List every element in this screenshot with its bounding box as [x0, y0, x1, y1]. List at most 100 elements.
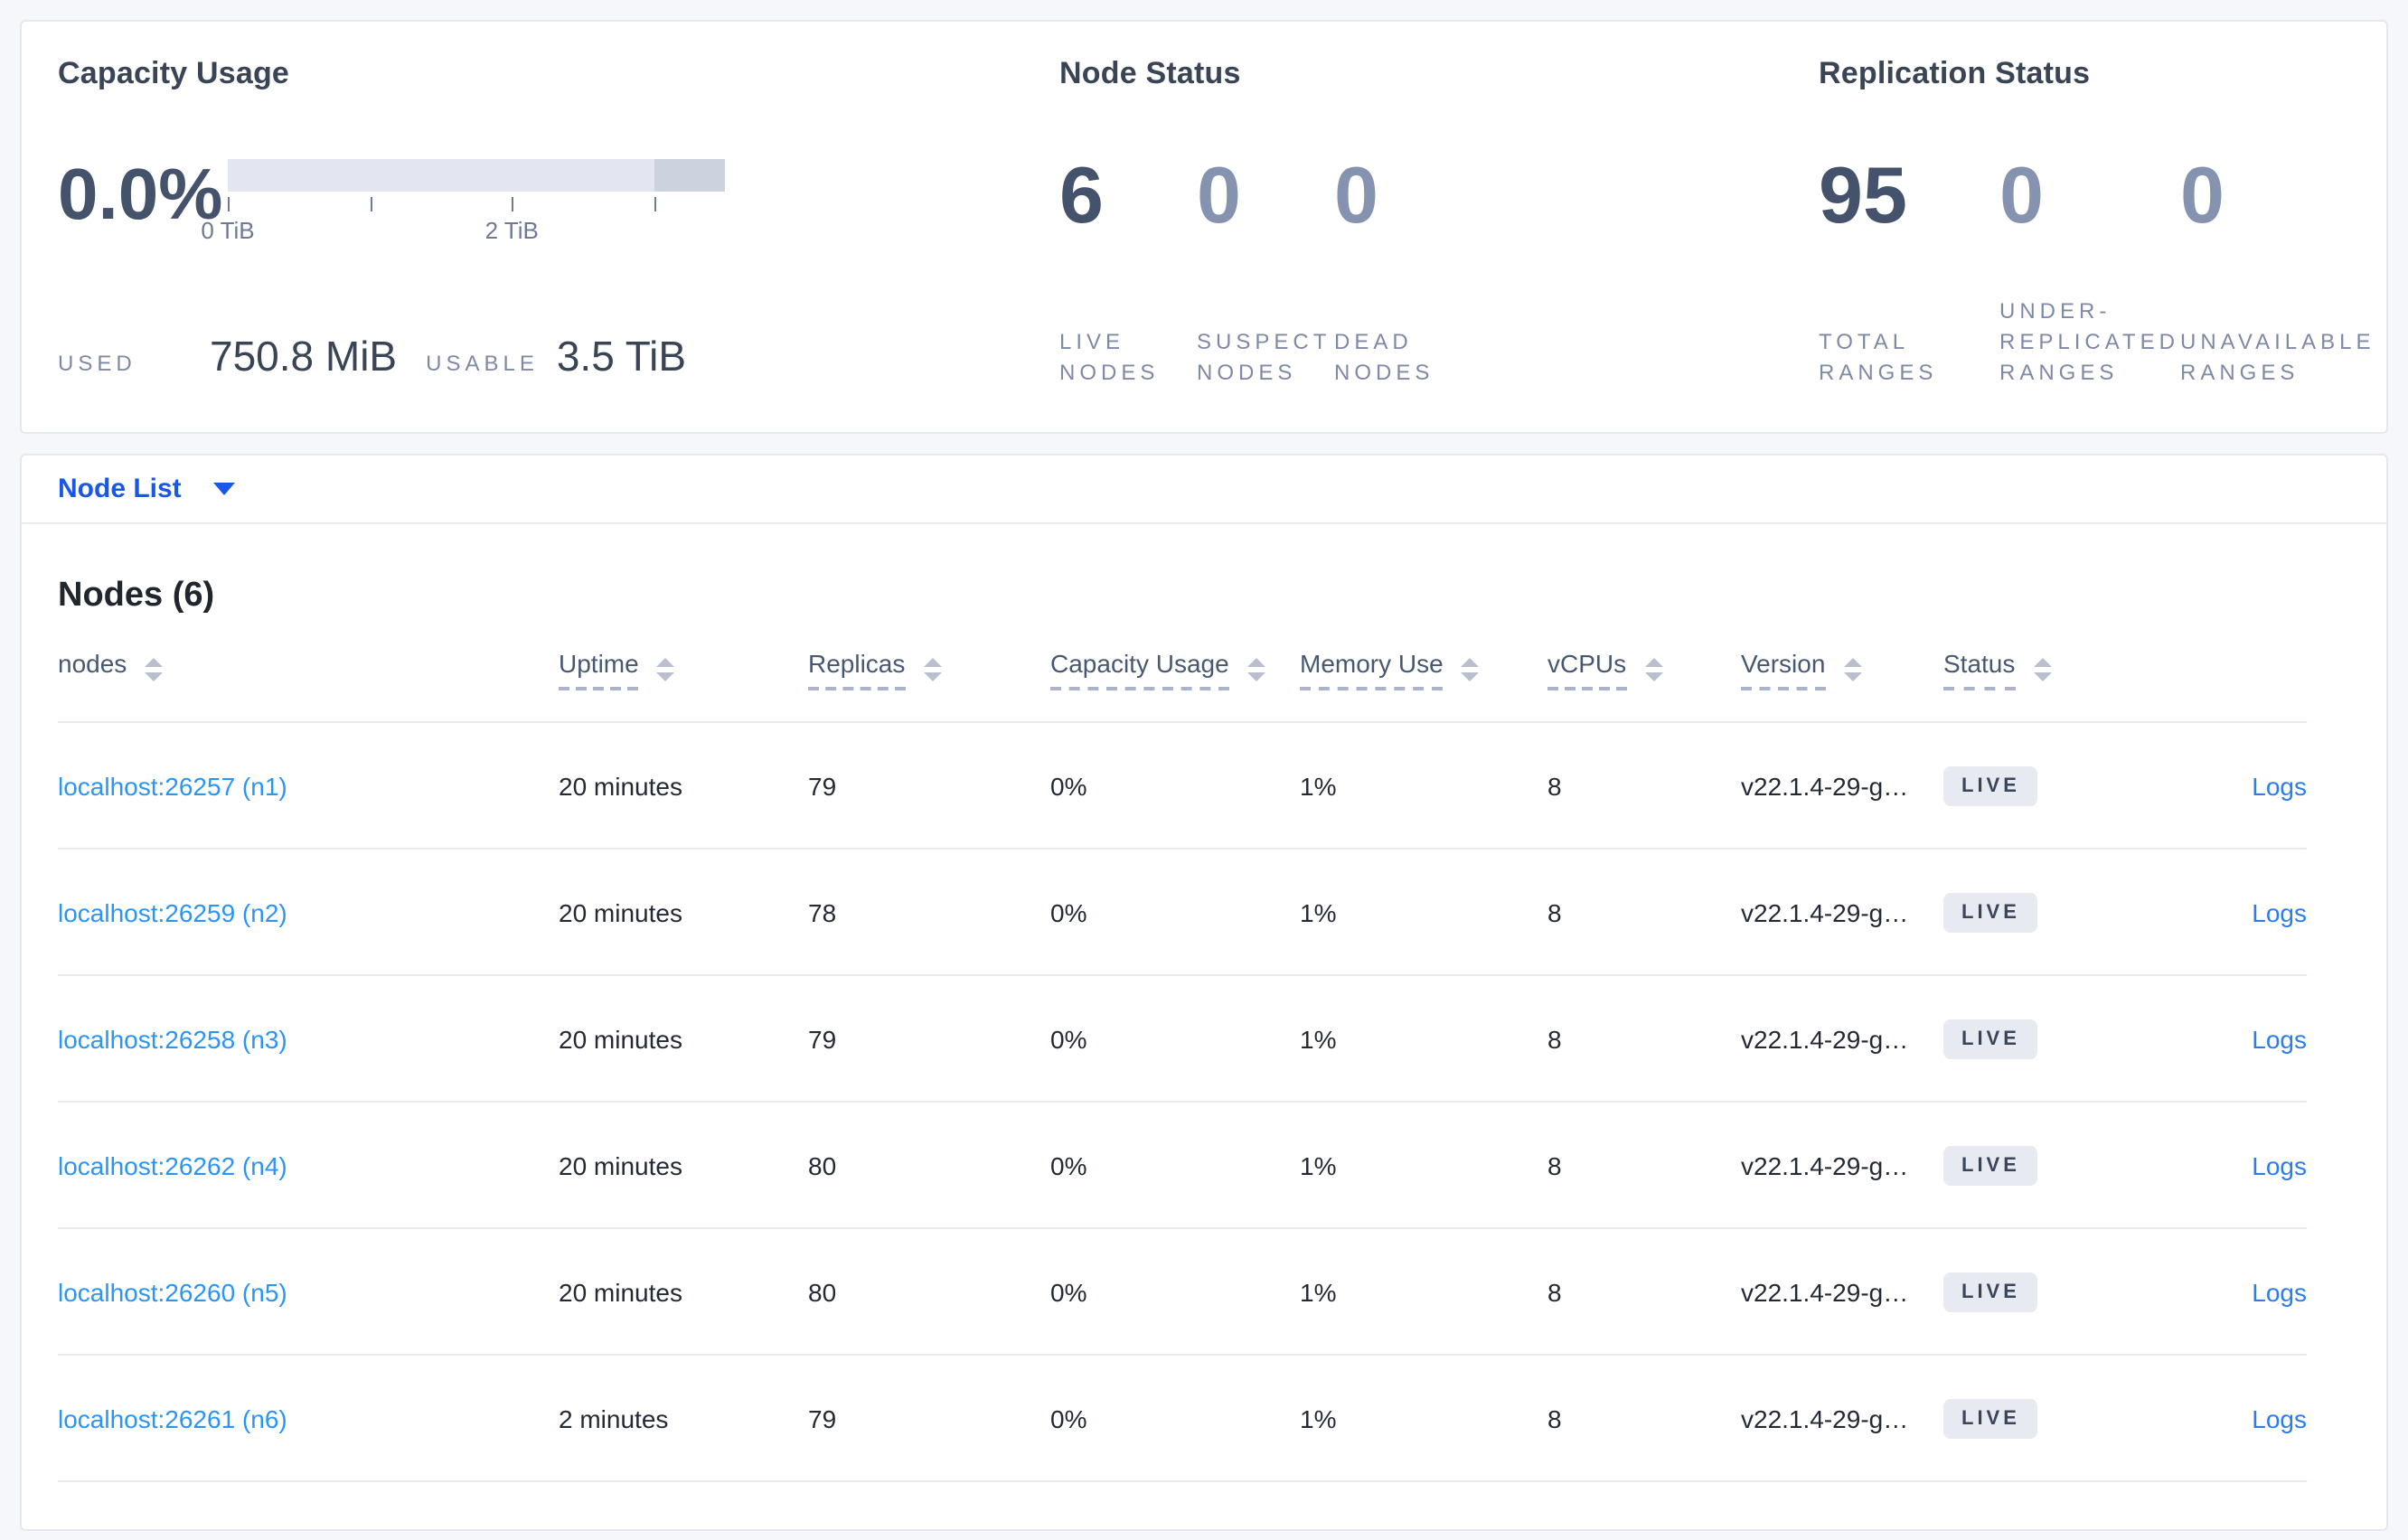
node-link[interactable]: localhost:26260 (n5): [58, 1277, 287, 1306]
axis-tick: [512, 197, 514, 211]
column-header-status[interactable]: Status: [1943, 649, 2178, 690]
capacity-cell: 0%: [1050, 1150, 1087, 1179]
sort-icon: [2033, 658, 2052, 681]
node-link[interactable]: localhost:26258 (n3): [58, 1024, 287, 1053]
unavailable-ranges-count: 0: [2180, 152, 2225, 240]
status-badge: LIVE: [1943, 765, 2038, 805]
logs-link[interactable]: Logs: [2252, 1150, 2307, 1179]
column-header-memory-use[interactable]: Memory Use: [1300, 649, 1547, 690]
status-badge: LIVE: [1943, 892, 2038, 932]
logs-link[interactable]: Logs: [2252, 1024, 2307, 1053]
vcpus-cell: 8: [1547, 1277, 1562, 1306]
total-ranges-count: 95: [1819, 152, 1907, 240]
version-cell: v22.1.4-29-g…: [1741, 897, 1909, 926]
node-link[interactable]: localhost:26261 (n6): [58, 1404, 287, 1432]
version-cell: v22.1.4-29-g…: [1741, 1150, 1909, 1179]
status-badge: LIVE: [1943, 1272, 2038, 1311]
capacity-bar-track: [228, 159, 725, 192]
logs-link[interactable]: Logs: [2252, 897, 2307, 926]
memory-cell: 1%: [1300, 1404, 1337, 1432]
axis-tick: [370, 197, 372, 211]
capacity-cell: 0%: [1050, 771, 1087, 800]
replication-status-title: Replication Status: [1819, 56, 2091, 90]
axis-tick-label-0: 0 TiB: [201, 217, 255, 244]
node-list-dropdown-label: Node List: [58, 474, 182, 504]
column-header-replicas[interactable]: Replicas: [808, 649, 1050, 690]
capacity-bar-axis: 0 TiB 2 TiB: [201, 192, 725, 246]
suspect-nodes-label: SUSPECT NODES: [1197, 329, 1331, 385]
nodes-table-container: Nodes (6) nodes Uptime Replicas Capacity…: [22, 575, 2386, 1482]
usable-label: USABLE: [426, 351, 539, 376]
replicas-cell: 79: [808, 771, 837, 800]
capacity-bar-tail-segment: [654, 159, 725, 192]
memory-cell: 1%: [1300, 1024, 1337, 1053]
status-badge: LIVE: [1943, 1145, 2038, 1185]
uptime-cell: 20 minutes: [559, 1277, 682, 1306]
uptime-cell: 20 minutes: [559, 897, 682, 926]
node-link[interactable]: localhost:26262 (n4): [58, 1150, 287, 1179]
table-header-row: nodes Uptime Replicas Capacity Usage Mem…: [58, 618, 2307, 723]
capacity-cell: 0%: [1050, 1404, 1087, 1432]
uptime-cell: 2 minutes: [559, 1404, 669, 1432]
memory-cell: 1%: [1300, 1277, 1337, 1306]
capacity-percent-value: 0.0%: [58, 155, 223, 235]
cluster-overview-page: Capacity Usage 0.0% 0 TiB 2 TiB USED 750…: [0, 0, 2408, 1540]
column-header-vcpus[interactable]: vCPUs: [1547, 649, 1741, 690]
capacity-bar-chart: 0 TiB 2 TiB: [201, 159, 725, 248]
sort-icon: [656, 658, 675, 681]
table-row: localhost:26257 (n1) 20 minutes 79 0% 1%…: [58, 723, 2307, 850]
usable-value: 3.5 TiB: [556, 333, 687, 380]
column-header-version[interactable]: Version: [1741, 649, 1943, 690]
view-selector-bar: Node List: [22, 455, 2386, 524]
suspect-nodes-count: 0: [1197, 152, 1241, 240]
logs-link[interactable]: Logs: [2252, 771, 2307, 800]
used-label: USED: [58, 351, 136, 376]
live-nodes-label: LIVE NODES: [1059, 329, 1160, 385]
under-replicated-ranges-label: UNDER- REPLICATED RANGES: [1999, 298, 2179, 385]
table-row: localhost:26260 (n5) 20 minutes 80 0% 1%…: [58, 1229, 2307, 1356]
table-row: localhost:26261 (n6) 2 minutes 79 0% 1% …: [58, 1356, 2307, 1482]
uptime-cell: 20 minutes: [559, 1150, 682, 1179]
capacity-cell: 0%: [1050, 1277, 1087, 1306]
under-replicated-ranges-count: 0: [1999, 152, 2044, 240]
vcpus-cell: 8: [1547, 1150, 1562, 1179]
live-nodes-count: 6: [1059, 152, 1104, 240]
version-cell: v22.1.4-29-g…: [1741, 1404, 1909, 1432]
sort-icon: [1461, 658, 1480, 681]
uptime-cell: 20 minutes: [559, 771, 682, 800]
column-header-capacity-usage[interactable]: Capacity Usage: [1050, 649, 1300, 690]
replicas-cell: 78: [808, 897, 837, 926]
version-cell: v22.1.4-29-g…: [1741, 1277, 1909, 1306]
nodes-heading: Nodes (6): [58, 577, 215, 615]
replicas-cell: 79: [808, 1404, 837, 1432]
logs-link[interactable]: Logs: [2252, 1277, 2307, 1306]
node-list-card: Node List Nodes (6) nodes Uptime Replica…: [20, 454, 2388, 1531]
column-header-uptime[interactable]: Uptime: [559, 649, 808, 690]
vcpus-cell: 8: [1547, 897, 1562, 926]
unavailable-ranges-label: UNAVAILABLE RANGES: [2180, 329, 2375, 385]
replicas-cell: 80: [808, 1277, 837, 1306]
memory-cell: 1%: [1300, 1150, 1337, 1179]
replicas-cell: 79: [808, 1024, 837, 1053]
version-cell: v22.1.4-29-g…: [1741, 771, 1909, 800]
replication-status-section: Replication Status 95 0 0 TOTAL RANGES U…: [1819, 52, 2386, 432]
capacity-usage-section: Capacity Usage 0.0% 0 TiB 2 TiB USED 750…: [58, 52, 1059, 432]
memory-cell: 1%: [1300, 897, 1337, 926]
sort-icon: [1644, 658, 1663, 681]
column-header-nodes[interactable]: nodes: [58, 649, 559, 690]
axis-tick: [654, 197, 656, 211]
logs-link[interactable]: Logs: [2252, 1404, 2307, 1432]
node-link[interactable]: localhost:26257 (n1): [58, 771, 287, 800]
table-row: localhost:26258 (n3) 20 minutes 79 0% 1%…: [58, 976, 2307, 1103]
table-row: localhost:26262 (n4) 20 minutes 80 0% 1%…: [58, 1103, 2307, 1229]
node-list-dropdown[interactable]: Node List: [58, 474, 236, 504]
sort-icon: [1246, 658, 1265, 681]
node-link[interactable]: localhost:26259 (n2): [58, 897, 287, 926]
status-badge: LIVE: [1943, 1019, 2038, 1058]
used-value: 750.8 MiB: [210, 333, 398, 380]
capacity-usage-title: Capacity Usage: [58, 56, 290, 90]
axis-tick: [228, 197, 230, 211]
sort-icon: [145, 658, 164, 681]
memory-cell: 1%: [1300, 771, 1337, 800]
dead-nodes-count: 0: [1334, 152, 1378, 240]
